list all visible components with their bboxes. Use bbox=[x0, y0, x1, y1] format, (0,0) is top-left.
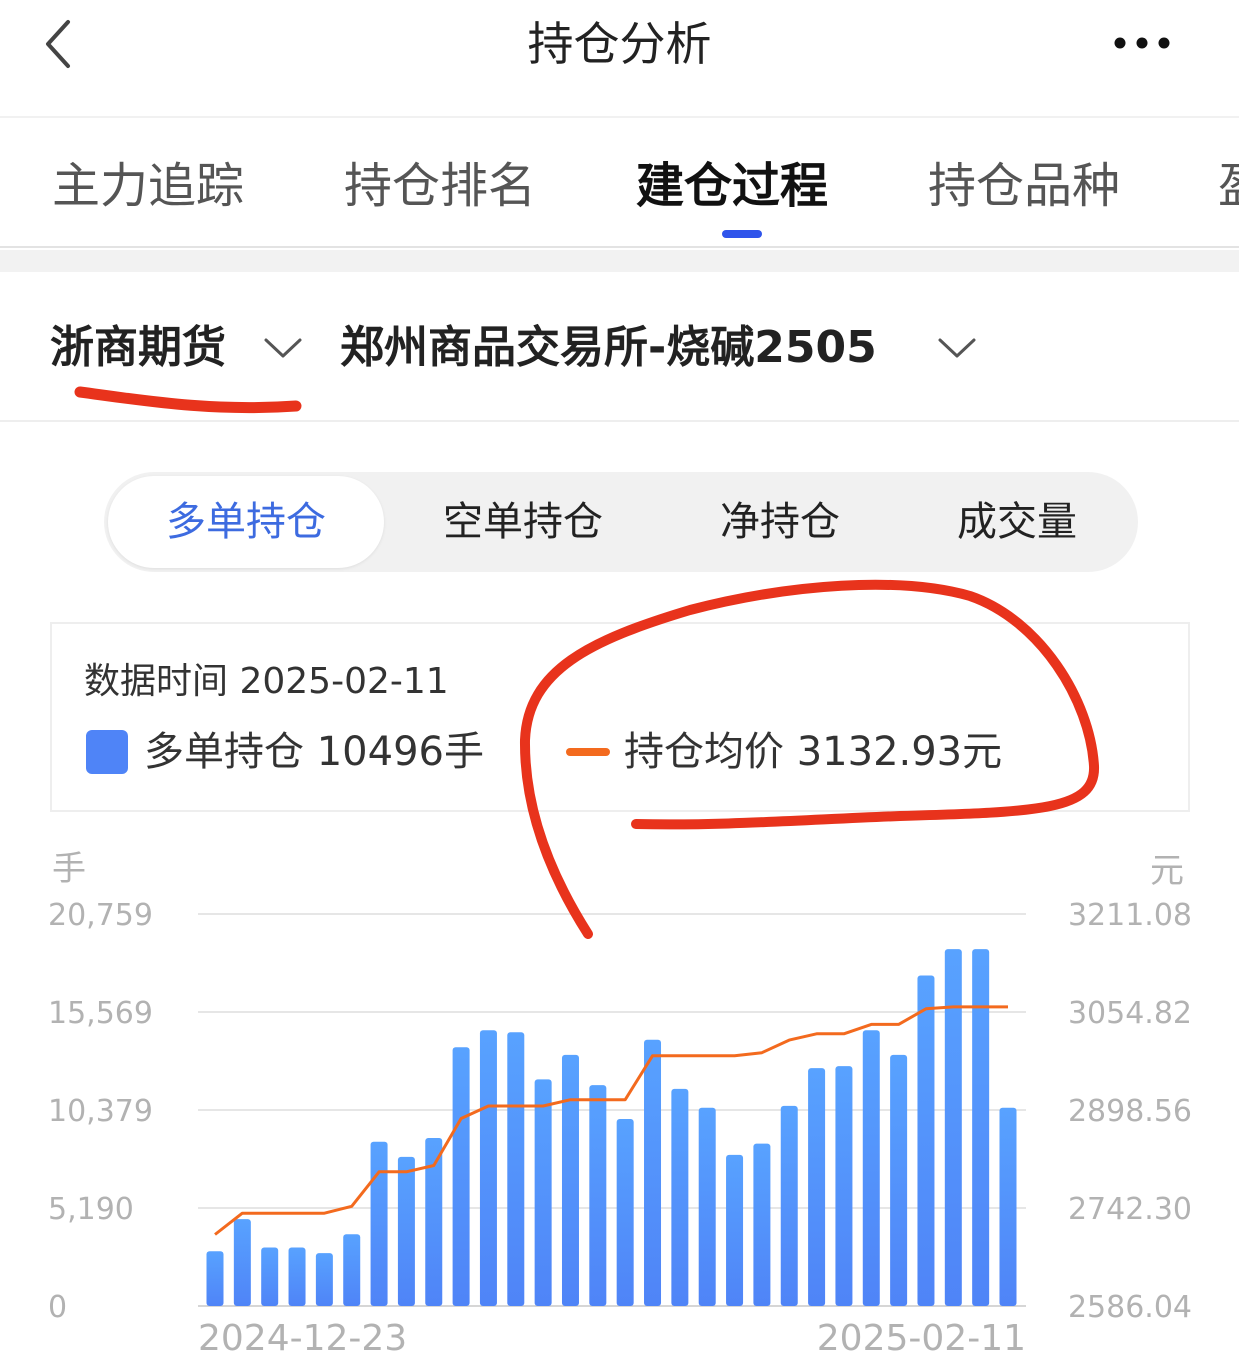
segment-short-position[interactable]: 空单持仓 bbox=[388, 488, 658, 556]
long-position-bar bbox=[315, 1253, 333, 1306]
line-legend: 持仓均价 3132.93元 bbox=[624, 724, 1002, 780]
long-position-bar bbox=[972, 949, 990, 1306]
long-position-bar bbox=[698, 1107, 716, 1306]
tab-building-process[interactable]: 建仓过程 bbox=[636, 152, 828, 220]
x-axis-end-label: 2025-02-11 bbox=[817, 1318, 1026, 1359]
right-axis-unit: 元 bbox=[1150, 851, 1184, 891]
long-position-bar bbox=[917, 975, 935, 1306]
long-position-bar bbox=[397, 1156, 415, 1306]
long-position-bar bbox=[534, 1079, 552, 1306]
left-axis-tick-label: 5,190 bbox=[48, 1192, 134, 1227]
x-axis-start-label: 2024-12-23 bbox=[198, 1318, 407, 1359]
chevron-down-icon[interactable] bbox=[262, 334, 304, 362]
long-position-bar bbox=[370, 1141, 388, 1306]
long-position-bar bbox=[479, 1030, 497, 1306]
long-position-bar bbox=[343, 1234, 361, 1306]
tab-active-indicator bbox=[722, 230, 762, 238]
data-time-value: 2025-02-11 bbox=[239, 661, 449, 702]
long-position-bar bbox=[561, 1054, 579, 1306]
contract-selector[interactable]: 郑州商品交易所-烧碱2505 bbox=[340, 316, 877, 380]
section-separator bbox=[0, 250, 1239, 272]
long-position-bar bbox=[507, 1032, 525, 1306]
tab-profit[interactable]: 盈 bbox=[1218, 152, 1239, 220]
bar-legend-label: 多单持仓 bbox=[144, 729, 304, 775]
segment-net-position[interactable]: 净持仓 bbox=[660, 488, 900, 556]
page-title: 持仓分析 bbox=[527, 17, 712, 71]
right-axis-tick-label: 2586.04 bbox=[1068, 1290, 1192, 1325]
long-position-bar bbox=[671, 1088, 689, 1306]
bar-legend-swatch bbox=[86, 730, 128, 774]
long-position-bar bbox=[890, 1054, 908, 1306]
left-axis-tick-label: 15,569 bbox=[48, 996, 153, 1031]
tab-main-tracking[interactable]: 主力追踪 bbox=[52, 152, 244, 220]
long-position-bar bbox=[452, 1047, 470, 1306]
line-legend-value: 3132.93元 bbox=[796, 729, 1003, 775]
chart-info-box bbox=[50, 622, 1190, 812]
right-axis-tick-label: 3054.82 bbox=[1068, 996, 1192, 1031]
bar-legend-value: 10496手 bbox=[316, 729, 484, 775]
long-position-bar bbox=[589, 1085, 607, 1306]
left-axis-unit: 手 bbox=[52, 849, 86, 889]
tabs-divider bbox=[0, 246, 1239, 248]
left-axis-tick-label: 20,759 bbox=[48, 898, 153, 933]
long-position-bar bbox=[644, 1039, 662, 1306]
long-position-bar bbox=[753, 1143, 771, 1306]
right-axis-tick-label: 2898.56 bbox=[1068, 1094, 1192, 1129]
long-position-bar bbox=[726, 1154, 744, 1306]
long-position-bar bbox=[206, 1251, 224, 1306]
chevron-down-icon[interactable] bbox=[936, 334, 978, 362]
long-position-bar bbox=[780, 1105, 798, 1306]
line-legend-label: 持仓均价 bbox=[624, 729, 784, 775]
long-position-bar bbox=[261, 1247, 279, 1306]
more-icon[interactable] bbox=[1112, 36, 1172, 50]
long-position-bar bbox=[616, 1119, 634, 1306]
data-time: 数据时间 2025-02-11 bbox=[84, 656, 449, 708]
selector-divider bbox=[0, 420, 1239, 422]
segment-volume[interactable]: 成交量 bbox=[900, 488, 1134, 556]
long-position-bar bbox=[862, 1030, 880, 1306]
bar-legend: 多单持仓 10496手 bbox=[144, 724, 484, 780]
long-position-bar bbox=[944, 949, 962, 1306]
broker-selector[interactable]: 浙商期货 bbox=[50, 316, 226, 380]
long-position-bar bbox=[835, 1066, 853, 1306]
position-chart: 20,759 3211.08 15,569 3054.82 10,379 2898.56 5… bbox=[48, 849, 1192, 1359]
right-axis-tick-label: 3211.08 bbox=[1068, 898, 1192, 933]
long-position-bar bbox=[288, 1247, 306, 1306]
left-axis-tick-label: 10,379 bbox=[48, 1094, 153, 1129]
tab-position-varieties[interactable]: 持仓品种 bbox=[928, 152, 1120, 220]
average-price-line bbox=[214, 1005, 1008, 1236]
long-position-bar bbox=[999, 1107, 1017, 1306]
data-time-label: 数据时间 bbox=[84, 661, 229, 702]
long-position-bar bbox=[233, 1219, 251, 1306]
right-axis-tick-label: 2742.30 bbox=[1068, 1192, 1192, 1227]
line-legend-swatch bbox=[566, 748, 610, 756]
tab-position-ranking[interactable]: 持仓排名 bbox=[344, 152, 536, 220]
long-position-bar bbox=[808, 1068, 826, 1306]
left-axis-tick-label: 0 bbox=[48, 1290, 67, 1325]
header-divider bbox=[0, 116, 1239, 118]
segment-long-position[interactable]: 多单持仓 bbox=[108, 488, 384, 556]
